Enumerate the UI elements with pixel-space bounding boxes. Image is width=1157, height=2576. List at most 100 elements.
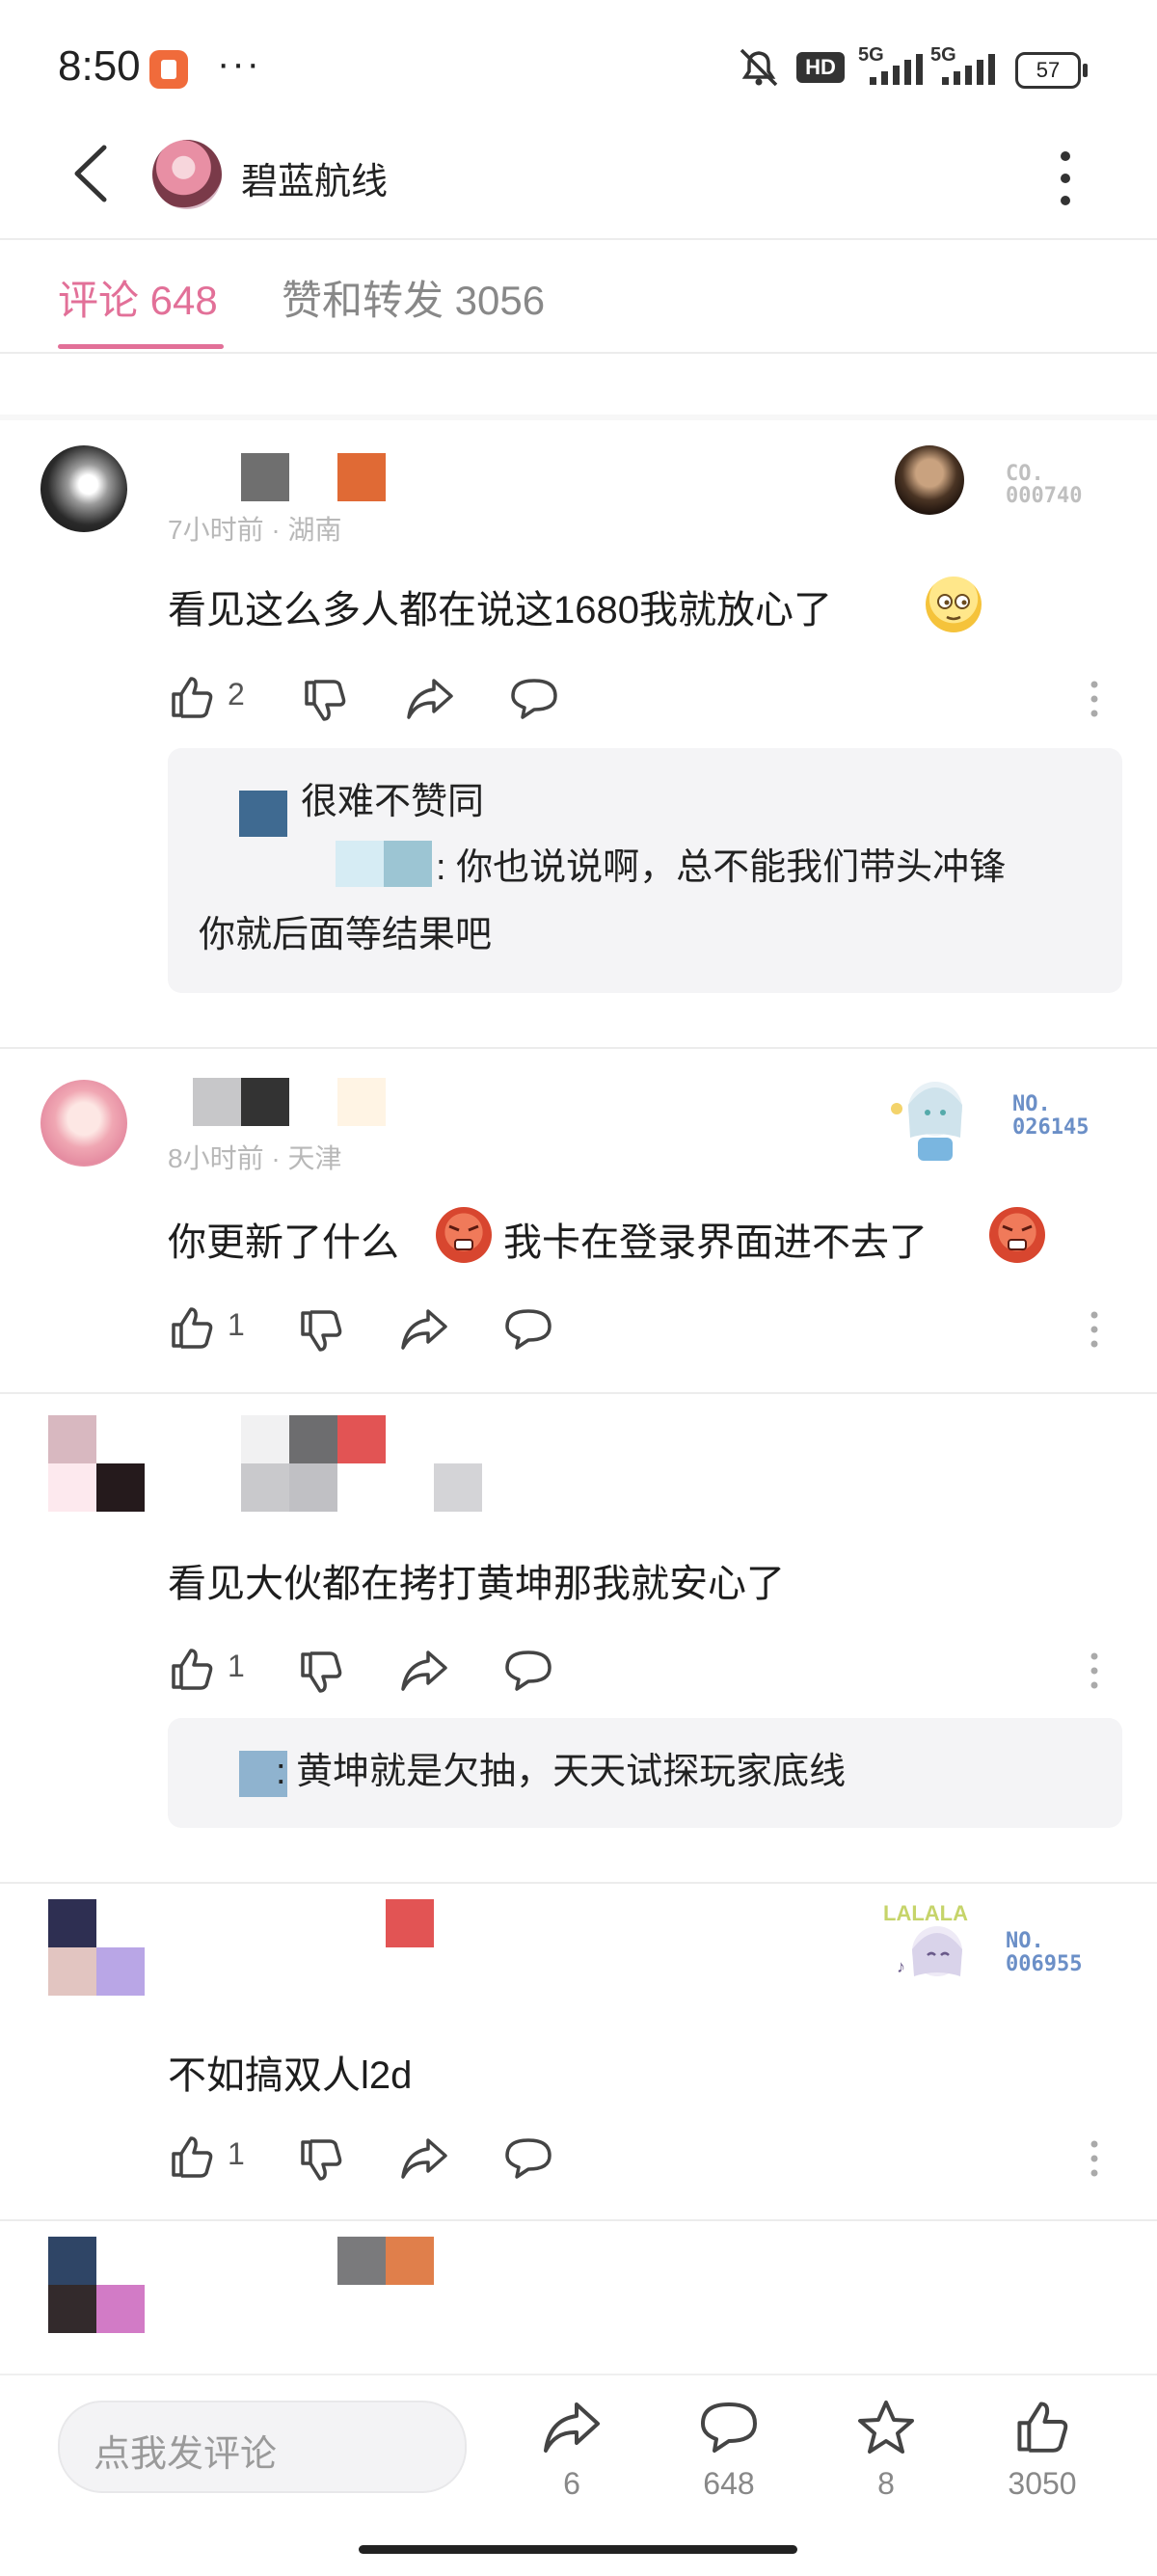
- thumbs-up-icon: [172, 677, 213, 718]
- comment-meta: 7小时前 · 湖南: [168, 515, 342, 545]
- like-post-button[interactable]: [1012, 2397, 1072, 2461]
- share-icon: [401, 1650, 447, 1691]
- tab-comments[interactable]: 评论 648: [58, 268, 218, 327]
- reply-thread[interactable]: : 黄坤就是欠抽，天天试探玩家底线: [168, 1718, 1122, 1828]
- battery-icon: 57: [1015, 52, 1088, 89]
- redacted-username: [193, 1078, 241, 1126]
- comment-more-button[interactable]: [1088, 1649, 1101, 1698]
- redacted-username: [337, 1415, 386, 1463]
- reply-thread[interactable]: 很难不赞同 : 你也说说啊，总不能我们带头冲锋 你就后面等结果吧: [168, 748, 1122, 993]
- comment-text: 不如搞双人l2d: [168, 2054, 413, 2097]
- redacted-username: [337, 1078, 386, 1126]
- comment-item: [0, 2233, 1157, 2339]
- user-avatar[interactable]: [48, 1899, 145, 1996]
- comment-text: 看见这么多人都在说这1680我就放心了: [168, 589, 832, 631]
- user-avatar[interactable]: [48, 2237, 145, 2333]
- thumbs-down-icon: [305, 680, 346, 721]
- fan-badge-label: NO.: [1012, 1092, 1051, 1116]
- mute-icon: [736, 46, 782, 94]
- share-icon: [401, 1309, 447, 1350]
- angry-emoji-icon: [436, 1207, 492, 1263]
- tab-likes-reposts[interactable]: 赞和转发 3056: [282, 268, 545, 327]
- status-bar: 8:50 ··· HD 5G 5G 57: [0, 0, 1157, 135]
- signal-icon: [940, 54, 1000, 92]
- notification-app-icon: [149, 50, 188, 89]
- reply-text: 很难不赞同: [301, 782, 485, 822]
- like-count: 1: [228, 1307, 245, 1342]
- thumbs-down-icon: [301, 2139, 342, 2181]
- reply-button[interactable]: [503, 1649, 553, 1698]
- dislike-button[interactable]: [297, 1649, 345, 1702]
- more-button[interactable]: [1056, 145, 1075, 212]
- status-more: ···: [217, 42, 261, 85]
- like-button[interactable]: [168, 673, 216, 726]
- thumbs-up-icon: [172, 2136, 213, 2178]
- comment-more-button[interactable]: [1088, 1307, 1101, 1356]
- channel-avatar[interactable]: [152, 140, 222, 209]
- like-count: 1: [228, 1649, 245, 1683]
- comment-icon: [505, 1650, 552, 1691]
- share-button[interactable]: [405, 677, 455, 726]
- favorite-button[interactable]: [856, 2399, 916, 2461]
- share-button[interactable]: [399, 1307, 449, 1356]
- fan-badge-label: NO.: [1006, 1929, 1044, 1953]
- comment-count: 648: [703, 2466, 755, 2501]
- redacted-username: [289, 1415, 337, 1463]
- section-gap: [0, 415, 1157, 420]
- user-avatar[interactable]: [40, 445, 127, 532]
- dislike-button[interactable]: [301, 677, 349, 730]
- like-button[interactable]: [168, 1645, 216, 1698]
- home-indicator[interactable]: [359, 2545, 797, 2554]
- redacted-username: [337, 453, 386, 501]
- fan-badge-number: 000740: [1006, 484, 1083, 508]
- user-avatar[interactable]: [40, 1080, 127, 1167]
- comment-text: 我卡在登录界面进不去了: [503, 1221, 928, 1264]
- like-count: 2: [228, 677, 245, 711]
- comment-item: 7小时前 · 湖南 CO. 000740 看见这么多人都在说这1680我就放心了…: [0, 424, 1157, 1041]
- comment-divider: [0, 1882, 1157, 1884]
- share-button[interactable]: [399, 1649, 449, 1698]
- active-tab-indicator: [58, 344, 224, 349]
- redacted-username: [241, 453, 289, 501]
- comment-more-button[interactable]: [1088, 677, 1101, 726]
- more-vertical-icon: [1090, 2140, 1098, 2177]
- hd-badge: HD: [796, 52, 845, 83]
- reply-button[interactable]: [503, 1307, 553, 1356]
- comment-text: 看见大伙都在拷打黄坤那我就安心了: [168, 1563, 785, 1605]
- more-vertical-icon: [1061, 151, 1070, 205]
- svg-text:♪: ♪: [897, 1957, 905, 1976]
- dislike-button[interactable]: [297, 2136, 345, 2189]
- like-count: 1: [228, 2136, 245, 2171]
- like-button[interactable]: [168, 2133, 216, 2186]
- status-time: 8:50: [58, 42, 141, 90]
- dislike-button[interactable]: [297, 1307, 345, 1360]
- thumbs-up-icon: [172, 1649, 213, 1690]
- like-button[interactable]: [168, 1303, 216, 1356]
- comment-icon: [511, 679, 557, 719]
- back-button[interactable]: [67, 140, 116, 207]
- reply-button[interactable]: [503, 2136, 553, 2186]
- thumbs-up-icon: [172, 1307, 213, 1349]
- share-post-button[interactable]: [542, 2401, 602, 2459]
- comment-item: 看见大伙都在拷打黄坤那我就安心了 1 : 黄坤就是欠抽，天天试探玩家底线: [0, 1408, 1157, 1880]
- comment-post-button[interactable]: [699, 2401, 759, 2459]
- thumbs-down-icon: [301, 1310, 342, 1352]
- comment-divider: [0, 1047, 1157, 1049]
- share-button[interactable]: [399, 2136, 449, 2186]
- fan-badge-avatar: [895, 445, 964, 515]
- redacted-username: [241, 1415, 289, 1463]
- comment-item: LALALA ♪ NO. 006955 不如搞双人l2d 1: [0, 1895, 1157, 2223]
- more-vertical-icon: [1090, 1652, 1098, 1689]
- thumbs-down-icon: [301, 1651, 342, 1693]
- fan-badge-number: 006955: [1006, 1952, 1083, 1976]
- redacted-meta: [434, 1463, 482, 1512]
- comment-icon: [505, 1309, 552, 1350]
- reply-text: : 黄坤就是欠抽，天天试探玩家底线: [276, 1752, 847, 1792]
- redacted-meta: [241, 1463, 289, 1512]
- reply-button[interactable]: [509, 677, 559, 726]
- fan-badge-number: 026145: [1012, 1115, 1090, 1140]
- user-avatar[interactable]: [48, 1415, 145, 1512]
- thumbs-up-icon: [1017, 2402, 1068, 2453]
- comment-input-placeholder: 点我发评论: [94, 2434, 278, 2475]
- comment-more-button[interactable]: [1088, 2136, 1101, 2186]
